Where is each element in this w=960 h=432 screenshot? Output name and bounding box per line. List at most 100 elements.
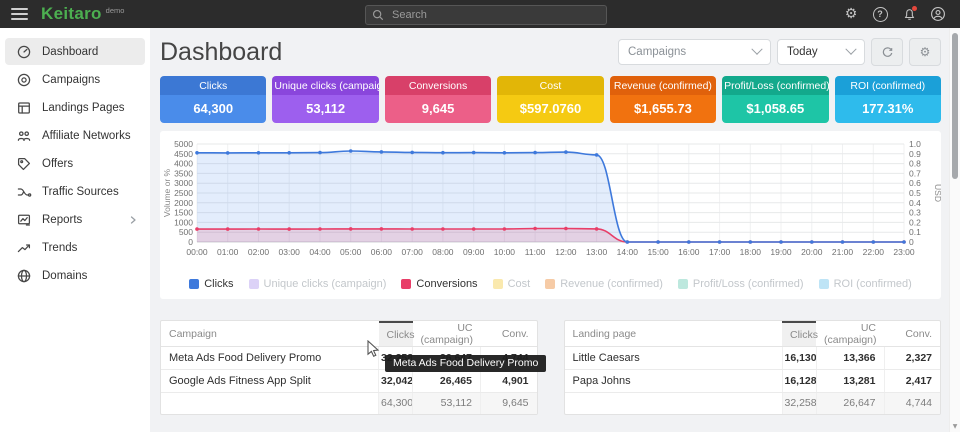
total-cell xyxy=(161,393,379,414)
svg-text:4000: 4000 xyxy=(174,159,193,169)
svg-text:0.5: 0.5 xyxy=(909,188,921,198)
total-cell: 26,647 xyxy=(816,393,884,414)
legend-item-roi-confirmed-[interactable]: ROI (confirmed) xyxy=(819,278,912,290)
svg-text:21:00: 21:00 xyxy=(832,247,854,257)
legend-label: Cost xyxy=(508,278,531,290)
sidebar-item-affiliate-networks[interactable]: Affiliate Networks xyxy=(5,122,145,149)
sidebar-item-label: Offers xyxy=(42,158,73,170)
stat-card-label: ROI (confirmed) xyxy=(835,76,941,95)
help-icon[interactable]: ? xyxy=(871,5,889,23)
date-range-select[interactable]: Today xyxy=(777,39,865,65)
column-header-clicks[interactable]: Clicks xyxy=(379,322,413,347)
scroll-down-arrow-icon[interactable]: ▼ xyxy=(950,423,960,430)
summary-tables-row: CampaignClicksUC (campaign)Conv.Meta Ads… xyxy=(160,320,941,415)
table-row[interactable]: Little Caesars16,13013,3662,327 xyxy=(565,347,941,370)
legend-label: Clicks xyxy=(204,278,233,290)
notifications-bell-icon[interactable] xyxy=(900,5,918,23)
affiliate-networks-icon xyxy=(16,128,32,144)
svg-text:1000: 1000 xyxy=(174,217,193,227)
column-header-landing-page[interactable]: Landing page xyxy=(565,322,783,347)
legend-item-conversions[interactable]: Conversions xyxy=(401,278,477,290)
refresh-button[interactable] xyxy=(871,38,903,66)
sidebar-item-label: Landings Pages xyxy=(42,102,124,114)
legend-swatch xyxy=(819,279,829,289)
reports-icon xyxy=(16,212,32,228)
legend-item-clicks[interactable]: Clicks xyxy=(189,278,233,290)
legend-swatch xyxy=(189,279,199,289)
gear-icon: ⚙ xyxy=(920,46,931,58)
page-title: Dashboard xyxy=(160,38,282,67)
stat-card-conversions: Conversions9,645 xyxy=(385,76,491,123)
column-header-uc-campaign-[interactable]: UC (campaign) xyxy=(413,322,481,347)
svg-text:0.1: 0.1 xyxy=(909,227,921,237)
table-cell: 13,281 xyxy=(816,370,884,393)
legend-item-revenue-confirmed-[interactable]: Revenue (confirmed) xyxy=(545,278,663,290)
scrollbar-thumb[interactable] xyxy=(952,33,958,179)
sidebar-item-label: Dashboard xyxy=(42,46,98,58)
refresh-icon xyxy=(881,46,894,59)
svg-text:23:00: 23:00 xyxy=(893,247,915,257)
legend-item-cost[interactable]: Cost xyxy=(493,278,531,290)
column-header-conv-[interactable]: Conv. xyxy=(884,322,940,347)
legend-label: Revenue (confirmed) xyxy=(560,278,663,290)
svg-text:16:00: 16:00 xyxy=(678,247,700,257)
total-cell: 64,300 xyxy=(379,393,413,414)
sidebar-item-trends[interactable]: Trends xyxy=(5,234,145,261)
legend-label: Unique clicks (campaign) xyxy=(264,278,387,290)
svg-text:4500: 4500 xyxy=(174,149,193,159)
legend-item-profit-loss-confirmed-[interactable]: Profit/Loss (confirmed) xyxy=(678,278,804,290)
table-cell: 4,901 xyxy=(481,370,537,393)
svg-text:0: 0 xyxy=(909,237,914,247)
total-cell: 32,258 xyxy=(782,393,816,414)
legend-swatch xyxy=(401,279,411,289)
stat-card-value: 64,300 xyxy=(160,95,266,123)
sidebar-item-landings-pages[interactable]: Landings Pages xyxy=(5,94,145,121)
table-cell: Papa Johns xyxy=(565,370,783,393)
legend-item-unique-clicks-campaign-[interactable]: Unique clicks (campaign) xyxy=(249,278,387,290)
campaigns-filter-select[interactable]: Campaigns xyxy=(618,39,771,65)
svg-text:2000: 2000 xyxy=(174,198,193,208)
app-logo[interactable]: Keitaro xyxy=(41,4,102,24)
sidebar-item-traffic-sources[interactable]: Traffic Sources xyxy=(5,178,145,205)
stat-card-label: Clicks xyxy=(160,76,266,95)
table-row[interactable]: Papa Johns16,12813,2812,417 xyxy=(565,370,941,393)
sidebar-item-campaigns[interactable]: Campaigns xyxy=(5,66,145,93)
scrollbar-track[interactable]: ▼ xyxy=(949,28,960,432)
stat-card-value: $1,655.73 xyxy=(610,95,716,123)
table-row[interactable]: Google Ads Fitness App Split32,04226,465… xyxy=(161,370,537,393)
stat-card-value: $1,058.65 xyxy=(722,95,828,123)
svg-text:0.7: 0.7 xyxy=(909,168,921,178)
hamburger-menu-icon[interactable] xyxy=(11,5,28,23)
stat-card-label: Revenue (confirmed) xyxy=(610,76,716,95)
legend-swatch xyxy=(545,279,555,289)
search-input[interactable] xyxy=(390,8,584,22)
column-header-clicks[interactable]: Clicks xyxy=(782,322,816,347)
dashboard-settings-button[interactable]: ⚙ xyxy=(909,38,941,66)
column-header-conv-[interactable]: Conv. xyxy=(481,322,537,347)
main-content: Dashboard Campaigns Today ⚙ Clicks64,300… xyxy=(150,28,960,432)
svg-text:04:00: 04:00 xyxy=(309,247,331,257)
demo-badge: demo xyxy=(106,6,125,15)
sidebar-item-reports[interactable]: Reports xyxy=(5,206,145,233)
notification-dot xyxy=(912,6,917,11)
column-header-campaign[interactable]: Campaign xyxy=(161,322,379,347)
legend-swatch xyxy=(493,279,503,289)
sidebar-item-label: Campaigns xyxy=(42,74,100,86)
sidebar-item-offers[interactable]: Offers xyxy=(5,150,145,177)
svg-text:5000: 5000 xyxy=(174,139,193,149)
sidebar-item-domains[interactable]: Domains xyxy=(5,262,145,289)
traffic-sources-icon xyxy=(16,184,32,200)
user-avatar-icon[interactable] xyxy=(929,5,947,23)
sidebar-item-dashboard[interactable]: Dashboard xyxy=(5,38,145,65)
dashboard-chart[interactable]: 00:0001:0002:0003:0004:0005:0006:0007:00… xyxy=(160,136,941,268)
settings-icon[interactable]: ⚙ xyxy=(842,5,860,23)
svg-text:Volume or %: Volume or % xyxy=(162,168,172,217)
svg-text:2500: 2500 xyxy=(174,188,193,198)
total-cell: 53,112 xyxy=(413,393,481,414)
column-header-uc-campaign-[interactable]: UC (campaign) xyxy=(816,322,884,347)
global-search[interactable] xyxy=(365,5,607,25)
landing-pages-icon xyxy=(16,100,32,116)
stat-card-cost: Cost$597.0760 xyxy=(497,76,603,123)
offers-icon xyxy=(16,156,32,172)
total-cell: 9,645 xyxy=(481,393,537,414)
